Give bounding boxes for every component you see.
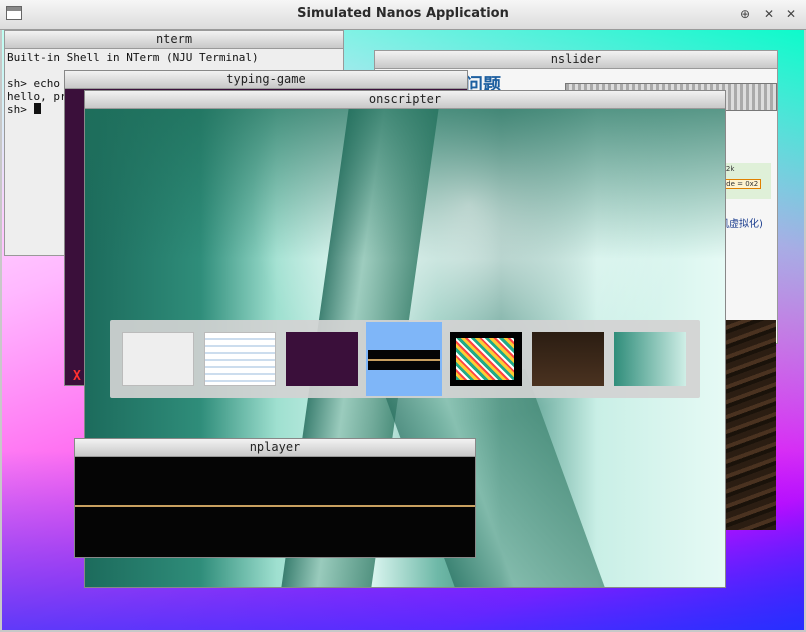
app-title: Simulated Nanos Application <box>297 6 509 21</box>
text-cursor <box>33 103 41 114</box>
thumbnail-onscripter[interactable] <box>614 332 686 386</box>
audio-visualizer <box>75 457 475 557</box>
nplayer-title: nplayer <box>75 439 475 457</box>
onscripter-title: onscripter <box>85 91 725 109</box>
thumbnail-nplayer[interactable] <box>366 322 442 396</box>
waveform <box>75 505 475 507</box>
thumbnail-typing-game[interactable] <box>286 332 358 386</box>
window-switcher[interactable] <box>110 320 700 398</box>
typing-game-title: typing-game <box>65 71 467 89</box>
nslider-title: nslider <box>375 51 777 69</box>
falling-letter: X <box>73 369 81 384</box>
close-button[interactable]: ✕ <box>782 6 800 22</box>
desktop: nterm Built-in Shell in NTerm (NJU Termi… <box>2 30 804 630</box>
nterm-title: nterm <box>5 31 343 49</box>
nplayer-window[interactable]: nplayer <box>74 438 476 558</box>
thumbnail-fceux[interactable] <box>450 332 522 386</box>
thumbnail-pal[interactable] <box>532 332 604 386</box>
terminal-line: Built-in Shell in NTerm (NJU Terminal) <box>7 51 259 64</box>
thumbnail-nslider[interactable] <box>204 332 276 386</box>
maximize-button[interactable]: ⊕ <box>736 6 754 22</box>
app-titlebar: Simulated Nanos Application ⊕ ✕ ✕ <box>0 0 806 30</box>
thumbnail-nterm[interactable] <box>122 332 194 386</box>
minimize-button[interactable]: ✕ <box>760 6 778 22</box>
game-background <box>724 320 776 530</box>
